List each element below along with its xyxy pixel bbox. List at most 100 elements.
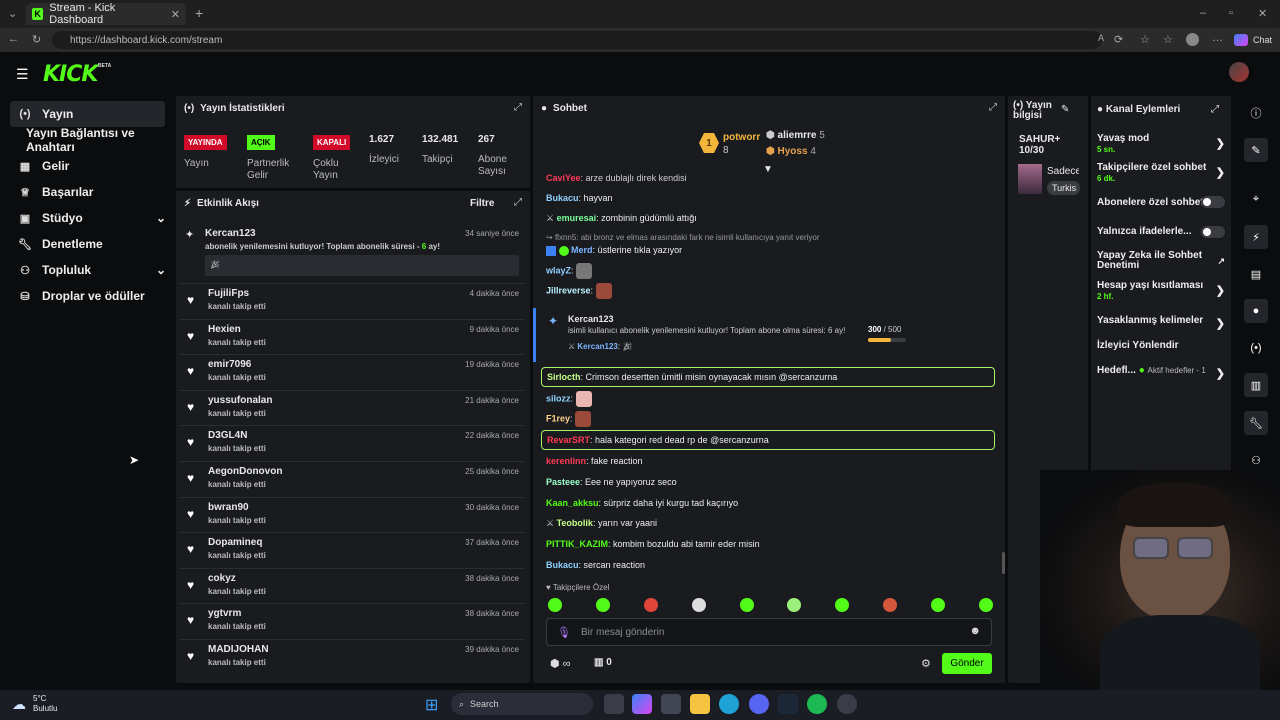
url-input[interactable]: https://dashboard.kick.com/stream	[52, 31, 1102, 49]
copilot-taskbar-icon[interactable]	[632, 694, 652, 714]
activity-row[interactable]: ♥ FujiliFps kanalı takip etti 4 dakika önce	[180, 283, 525, 317]
obs-icon[interactable]	[837, 694, 857, 714]
store-counter[interactable]: ▥ 0	[594, 657, 612, 668]
edit-icon[interactable]: ✎	[1061, 104, 1069, 115]
emoji-icon[interactable]: ☻	[969, 625, 981, 637]
leader-3[interactable]: ⬢ Hyoss 4	[766, 146, 816, 157]
windows-start-icon[interactable]: ⊞	[425, 695, 438, 715]
banned-words[interactable]: Yasaklanmış kelimeler ❯	[1097, 315, 1225, 330]
new-tab-icon[interactable]: +	[195, 5, 203, 21]
weather-widget[interactable]: 5°C Bulutlu	[33, 694, 57, 714]
maximize-icon[interactable]: ▫	[1229, 7, 1233, 19]
store-icon[interactable]: ▥	[1244, 373, 1268, 397]
sidebar-item-droplar[interactable]: ⛁ Droplar ve ödüller	[10, 283, 170, 309]
sidebar-item-gelir[interactable]: ▦ Gelir	[10, 153, 170, 179]
slow-mode[interactable]: Yavaş mod 5 sn. ❯	[1097, 133, 1225, 155]
info-icon[interactable]: ⓘ	[1244, 101, 1268, 125]
emote-icon[interactable]	[739, 598, 754, 612]
chat-label[interactable]: Chat	[1253, 35, 1272, 45]
expand-icon[interactable]: ⤢	[989, 102, 997, 113]
ai-moderation[interactable]: Yapay Zeka ile Sohbet Denetimi ↗	[1097, 251, 1225, 271]
sub-event-name[interactable]: Kercan123	[568, 314, 614, 324]
emote-icon[interactable]	[595, 598, 610, 612]
steam-icon[interactable]	[778, 694, 798, 714]
activity-row[interactable]: ♥ emir7096 kanalı takip etti 19 dakika önce	[180, 354, 525, 388]
file-explorer-icon[interactable]	[690, 694, 710, 714]
emote-icon[interactable]	[931, 598, 945, 612]
user-avatar[interactable]	[1229, 62, 1249, 82]
chat-icon[interactable]: ●	[1244, 299, 1268, 323]
minimize-icon[interactable]: –	[1200, 7, 1206, 19]
emote-icon[interactable]	[835, 598, 850, 612]
kicks-icon[interactable]: ⬢ ∞	[550, 657, 571, 670]
favorites-icon[interactable]: ☆	[1163, 33, 1173, 46]
leader-1-name[interactable]: potworr	[723, 132, 760, 143]
stream-tag[interactable]: Turkis	[1047, 181, 1080, 195]
close-window-icon[interactable]: ✕	[1258, 7, 1267, 20]
activity-row[interactable]: ♥ bwran90 kanalı takip etti 30 dakika önce	[180, 496, 525, 531]
microphone-icon[interactable]: 🎙︎	[557, 626, 571, 639]
expand-icon[interactable]: ⤢	[514, 197, 522, 208]
hamburger-menu-icon[interactable]: ☰	[16, 66, 29, 83]
emote-icon[interactable]	[978, 598, 993, 612]
sidebar-item-topluluk[interactable]: ⚇ Topluluk ⌄	[10, 257, 170, 283]
chat-settings-icon[interactable]: ⚙	[921, 657, 931, 670]
edit-icon[interactable]: ✎	[1244, 138, 1268, 162]
sidebar-item-studyo[interactable]: ▣ Stüdyo ⌄	[10, 205, 170, 231]
clip-icon[interactable]: ⌖	[1244, 187, 1268, 211]
emote-icon[interactable]	[548, 598, 562, 612]
activity-row[interactable]: ♥ cokyz kanalı takip etti 38 dakika önce	[180, 567, 525, 602]
activity-row[interactable]: ♥ ygtvrm kanalı takip etti 38 dakika önce	[180, 603, 525, 637]
sidebar-item-basarilar[interactable]: ♕ Başarılar	[10, 179, 170, 205]
goals[interactable]: Hedefl... ● Aktif hedefler - 1 ❯	[1097, 365, 1225, 380]
followers-only-chat[interactable]: Takipçilere özel sohbet 6 dk. ❯	[1097, 162, 1225, 184]
lightning-icon[interactable]: ⚡︎	[1244, 225, 1268, 249]
more-menu-icon[interactable]: …	[1212, 32, 1223, 44]
expand-icon[interactable]: ⤢	[514, 102, 522, 113]
notes-icon[interactable]: ▤	[1244, 262, 1268, 286]
reload-icon[interactable]: ↻	[32, 33, 41, 46]
sidebar-item-denetleme[interactable]: 🔧︎ Denetleme	[10, 231, 170, 257]
message-input[interactable]: Bir mesaj gönderin	[581, 627, 664, 638]
send-button[interactable]: Gönder	[942, 653, 992, 674]
account-age-restriction[interactable]: Hesap yaşı kısıtlaması 2 hf. ❯	[1097, 280, 1225, 302]
filter-button[interactable]: Filtre	[470, 198, 494, 209]
kick-logo[interactable]: KICK	[43, 62, 98, 87]
edge-icon[interactable]	[719, 694, 739, 714]
broadcast-icon[interactable]: (•)	[1244, 336, 1268, 360]
wrench-icon[interactable]: 🔧︎	[1244, 411, 1268, 435]
pin-toggle-icon[interactable]: ▼	[763, 164, 773, 175]
activity-row[interactable]: ♥ MADIJOHAN kanalı takip etti 39 dakika önc…	[180, 639, 525, 673]
community-icon[interactable]: ⚇	[1244, 448, 1268, 472]
profile-avatar[interactable]	[1186, 33, 1199, 46]
read-aloud-icon[interactable]: A	[1098, 33, 1104, 43]
expand-icon[interactable]: ⤢	[1211, 104, 1219, 115]
chat-scrollbar[interactable]	[1002, 552, 1005, 574]
emote-icon[interactable]	[643, 598, 658, 612]
activity-row[interactable]: ♥ AegonDonovon kanalı takip etti 25 dakika …	[180, 461, 525, 495]
emote-icon[interactable]	[787, 598, 802, 612]
sidebar-item-stream-key[interactable]: Yayın Bağlantısı ve Anahtarı	[10, 126, 170, 154]
tab-list-icon[interactable]: ⌄	[8, 7, 17, 20]
discord-icon[interactable]	[749, 694, 769, 714]
spotify-icon[interactable]	[807, 694, 827, 714]
sidebar-item-yayin[interactable]: (•) Yayın	[10, 101, 170, 127]
emote-icon[interactable]	[883, 598, 898, 612]
task-view-icon[interactable]	[604, 694, 624, 714]
message-input-box[interactable]: 🎙︎ Bir mesaj gönderin ☻	[546, 618, 992, 646]
viewer-redirect[interactable]: İzleyici Yönlendir	[1097, 340, 1179, 351]
emote-only-toggle[interactable]	[1201, 226, 1225, 238]
copilot-icon[interactable]	[1234, 34, 1248, 46]
back-icon[interactable]: ←	[8, 33, 19, 45]
extensions-icon[interactable]: ⟳	[1114, 33, 1123, 46]
browser-tab[interactable]: K Stream - Kick Dashboard ✕	[26, 2, 186, 26]
subscribers-only-toggle[interactable]	[1201, 196, 1225, 208]
favorite-icon[interactable]: ☆	[1140, 33, 1150, 46]
activity-row[interactable]: ♥ D3GL4N kanalı takip etti 22 dakika önce	[180, 425, 525, 459]
activity-row[interactable]: ♥ Dopamineq kanalı takip etti 37 dakika önc…	[180, 532, 525, 566]
taskbar-search[interactable]: ⌕ Search	[451, 693, 593, 715]
leader-2[interactable]: ⬢ aliemrre 5	[766, 130, 825, 141]
activity-row[interactable]: ♥ yussufonalan kanalı takip etti 21 dakika …	[180, 389, 525, 424]
tab-close-icon[interactable]: ✕	[171, 8, 180, 21]
emote-icon[interactable]	[691, 598, 706, 612]
